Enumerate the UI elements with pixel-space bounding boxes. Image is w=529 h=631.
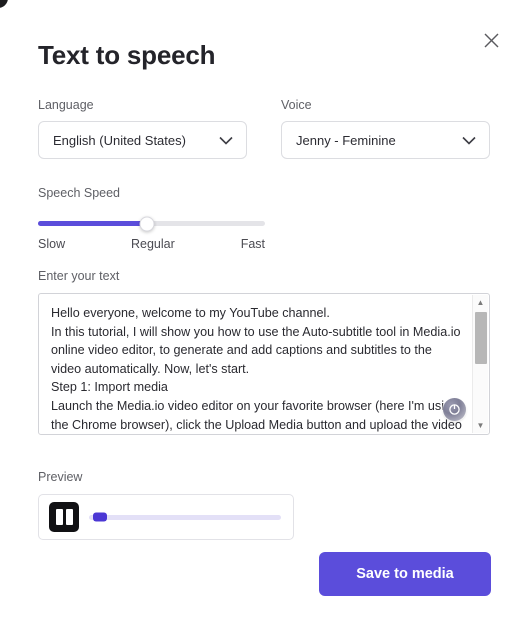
chevron-down-icon (219, 136, 233, 145)
slider-label-regular: Regular (131, 237, 175, 251)
read-aloud-icon[interactable] (443, 398, 466, 421)
preview-progress-thumb[interactable] (92, 512, 107, 522)
chevron-down-icon (462, 136, 476, 145)
enter-text-label: Enter your text (38, 269, 120, 283)
pause-bar-left (55, 509, 63, 525)
voice-value: Jenny - Feminine (296, 132, 396, 148)
preview-label: Preview (38, 470, 83, 484)
pause-button[interactable] (49, 502, 79, 532)
slider-label-fast: Fast (240, 237, 265, 251)
language-label: Language (38, 98, 94, 112)
voice-group: Voice Jenny - Feminine (281, 98, 490, 159)
backdrop-corner (0, 0, 8, 8)
preview-progress-bar[interactable] (89, 512, 281, 522)
language-select[interactable]: English (United States) (38, 121, 247, 159)
scrollbar-thumb[interactable] (475, 312, 487, 364)
slider-label-slow: Slow (38, 237, 66, 251)
voice-label: Voice (281, 98, 312, 112)
pause-bar-right (65, 509, 73, 525)
textarea-scrollbar[interactable]: ▲ ▼ (472, 295, 488, 433)
selects-row: Language English (United States) Voice J… (38, 98, 490, 159)
text-input-value[interactable]: Hello everyone, welcome to my YouTube ch… (39, 294, 489, 434)
slider-tick-labels: Slow Regular Fast (38, 237, 265, 251)
preview-section: Preview (38, 470, 294, 540)
text-input-area[interactable]: Hello everyone, welcome to my YouTube ch… (38, 293, 490, 435)
scroll-down-icon[interactable]: ▼ (473, 418, 488, 433)
close-icon[interactable] (477, 26, 505, 54)
enter-text-section: Enter your text Hello everyone, welcome … (38, 269, 490, 435)
scroll-up-icon[interactable]: ▲ (473, 295, 488, 310)
speech-speed-label: Speech Speed (38, 186, 121, 200)
speech-speed-section: Speech Speed Slow Regular Fast (38, 186, 265, 251)
preview-player (38, 494, 294, 540)
slider-thumb[interactable] (139, 216, 155, 231)
text-to-speech-dialog: Text to speech Language English (United … (0, 0, 529, 631)
page-title: Text to speech (38, 40, 216, 70)
voice-select[interactable]: Jenny - Feminine (281, 121, 490, 159)
language-value: English (United States) (53, 132, 186, 148)
slider-fill (38, 221, 147, 226)
language-group: Language English (United States) (38, 98, 247, 159)
save-to-media-button[interactable]: Save to media (319, 552, 491, 596)
speech-speed-slider[interactable] (38, 216, 265, 231)
